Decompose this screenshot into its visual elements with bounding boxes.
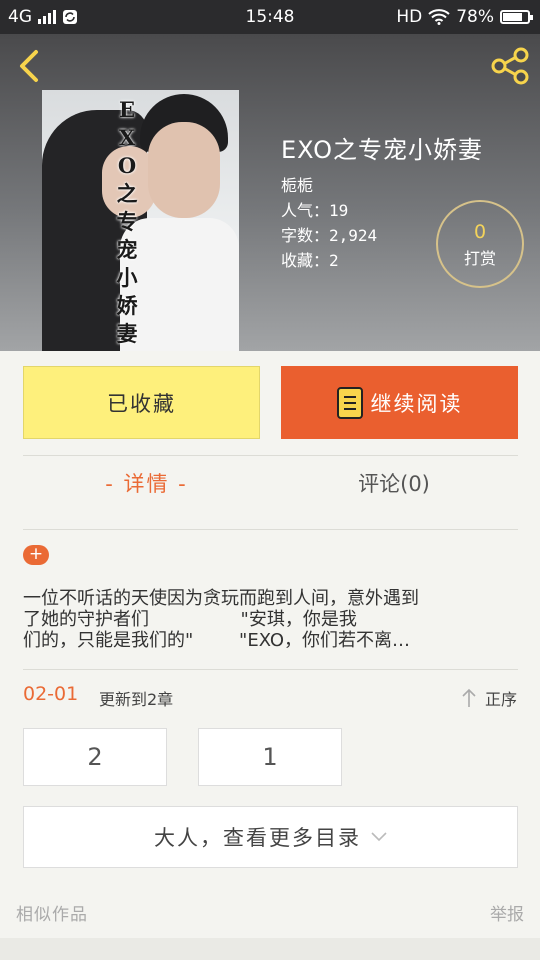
tip-label: 打赏 [463, 249, 496, 268]
arrow-up-icon [462, 688, 476, 707]
status-bar: 4G 15:48 HD 78% [0, 0, 540, 34]
favorited-button[interactable]: 已收藏 [23, 366, 260, 439]
expand-description-button[interactable]: + [23, 545, 49, 565]
tab-comments[interactable]: 评论(0) [270, 468, 518, 498]
tip-button[interactable]: 0 打赏 [436, 200, 524, 288]
tab-detail[interactable]: - 详情 - [23, 468, 270, 498]
book-icon [336, 386, 363, 419]
divider [23, 529, 518, 530]
wifi-icon [428, 9, 450, 25]
battery-fill [503, 13, 522, 21]
battery-percent: 78% [456, 7, 494, 27]
divider [23, 669, 518, 670]
similar-works-list [0, 938, 540, 960]
tip-count: 0 [473, 221, 487, 243]
book-header: EXO之专宠小娇妻 EXO之专宠小娇妻 栀栀 人气：19 字数：2,924 收藏… [0, 34, 540, 351]
report-link[interactable]: 举报 [490, 900, 524, 925]
favorited-label: 已收藏 [107, 391, 176, 416]
continue-reading-button[interactable]: 继续阅读 [281, 366, 518, 439]
book-cover[interactable]: EXO之专宠小娇妻 [42, 90, 239, 351]
sort-order-label: 正序 [484, 690, 517, 709]
book-author[interactable]: 栀栀 [281, 173, 483, 198]
chevron-left-icon[interactable] [12, 46, 46, 86]
update-text: 更新到2章 [99, 690, 174, 709]
chevron-down-icon [371, 832, 387, 842]
divider [23, 455, 518, 456]
sort-order-button[interactable]: 正序 [461, 686, 517, 710]
book-title: EXO之专宠小娇妻 [281, 136, 483, 164]
battery-icon [500, 10, 533, 24]
chapter-button[interactable]: 1 [198, 728, 342, 786]
update-date: 02-01 [23, 683, 79, 705]
continue-reading-label: 继续阅读 [370, 391, 463, 416]
view-more-catalog-button[interactable]: 大人，查看更多目录 [23, 806, 518, 868]
hd-indicator: HD [396, 7, 423, 27]
view-more-catalog-label: 大人，查看更多目录 [154, 826, 361, 850]
book-description[interactable]: 一位不听话的天使因为贪玩而跑到人间，意外遇到 了她的守护者们 "安琪，你是我 们的，… [23, 588, 518, 651]
share-icon[interactable] [490, 46, 530, 86]
cover-title: EXO之专宠小娇妻 [116, 97, 138, 346]
chapter-button[interactable]: 2 [23, 728, 167, 786]
similar-works-heading: 相似作品 [16, 905, 88, 925]
